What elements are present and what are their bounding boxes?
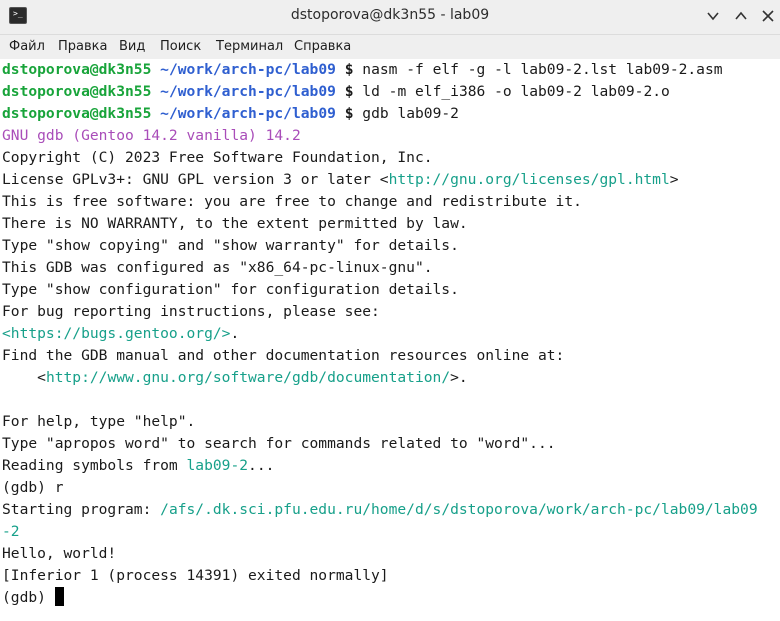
bugs-line: For bug reporting instructions, please s… (2, 303, 380, 320)
binary-file-link: lab09-2 (186, 457, 249, 474)
run-command-line: (gdb) r (2, 479, 64, 496)
show-line: Type "show copying" and "show warranty" … (2, 237, 459, 254)
menu-bar: Файл Правка Вид Поиск Терминал Справка (0, 35, 780, 59)
text-cursor (54, 587, 64, 606)
menu-help[interactable]: Справка (294, 39, 351, 54)
menu-view[interactable]: Вид (119, 39, 145, 54)
command-line-ld: dstoporova@dk3n55 ~/work/arch-pc/lab09 $… (2, 83, 670, 100)
license-link[interactable]: http://gnu.org/licenses/gpl.html (389, 171, 670, 188)
title-bar[interactable]: >_ dstoporova@dk3n55 - lab09 (0, 0, 780, 35)
configured-line: This GDB was configured as "x86_64-pc-li… (2, 259, 433, 276)
menu-edit[interactable]: Правка (58, 39, 107, 54)
command-line-gdb: dstoporova@dk3n55 ~/work/arch-pc/lab09 $… (2, 105, 459, 122)
program-path: /afs/.dk.sci.pfu.edu.ru/home/d/s/dstopor… (160, 501, 758, 518)
reading-symbols-line: Reading symbols from lab09-2... (2, 457, 275, 474)
manual-line: Find the GDB manual and other documentat… (2, 347, 565, 364)
license-line: License GPLv3+: GNU GPL version 3 or lat… (2, 171, 679, 188)
menu-search[interactable]: Поиск (160, 39, 201, 54)
program-path-continued: -2 (2, 523, 20, 540)
doc-url-line: <http://www.gnu.org/software/gdb/documen… (2, 369, 468, 386)
bugs-url-line: <https://bugs.gentoo.org/>. (2, 325, 240, 342)
free-software-line: This is free software: you are free to c… (2, 193, 582, 210)
close-button[interactable] (757, 5, 779, 27)
minimize-icon (707, 12, 719, 21)
config-line: Type "show configuration" for configurat… (2, 281, 459, 298)
gdb-banner: GNU gdb (Gentoo 14.2 vanilla) 14.2 (2, 127, 301, 144)
gdb-prompt-line[interactable]: (gdb) (2, 587, 64, 609)
menu-file[interactable]: Файл (9, 39, 45, 54)
hello-world-output: Hello, world! (2, 545, 117, 562)
inferior-exit-line: [Inferior 1 (process 14391) exited norma… (2, 567, 389, 584)
maximize-button[interactable] (730, 5, 752, 27)
minimize-button[interactable] (702, 5, 724, 27)
terminal-window: >_ dstoporova@dk3n55 - lab09 Файл Правка… (0, 0, 780, 621)
maximize-icon (735, 11, 747, 20)
copyright-line: Copyright (C) 2023 Free Software Foundat… (2, 149, 433, 166)
close-icon (762, 10, 774, 22)
doc-link[interactable]: http://www.gnu.org/software/gdb/document… (46, 369, 450, 386)
menu-terminal[interactable]: Терминал (216, 39, 283, 54)
window-title: dstoporova@dk3n55 - lab09 (290, 7, 490, 23)
bugs-link[interactable]: <https://bugs.gentoo.org/> (2, 325, 230, 342)
apropos-line: Type "apropos word" to search for comman… (2, 435, 556, 452)
warranty-line: There is NO WARRANTY, to the extent perm… (2, 215, 468, 232)
help-line: For help, type "help". (2, 413, 196, 430)
command-line-nasm: dstoporova@dk3n55 ~/work/arch-pc/lab09 $… (2, 61, 723, 78)
starting-program-line: Starting program: /afs/.dk.sci.pfu.edu.r… (2, 501, 758, 518)
terminal-output[interactable]: dstoporova@dk3n55 ~/work/arch-pc/lab09 $… (0, 59, 780, 621)
